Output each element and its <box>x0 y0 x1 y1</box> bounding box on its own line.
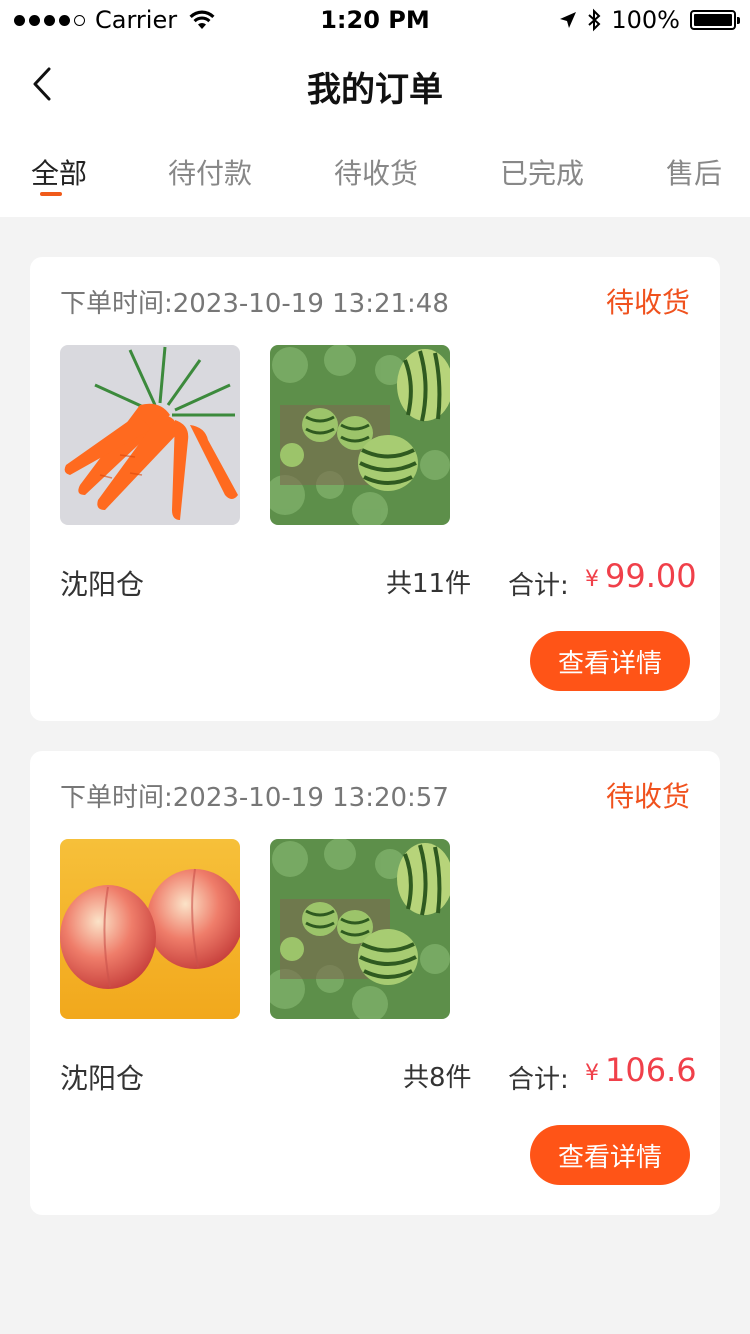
total-label: 合计: <box>508 571 569 601</box>
tab-all[interactable]: 全部 <box>31 152 87 192</box>
view-details-button[interactable]: 查看详情 <box>530 1125 690 1185</box>
warehouse-name: 沈阳仓 <box>60 568 145 601</box>
tab-pending-payment[interactable]: 待付款 <box>168 152 252 192</box>
status-right: 100% <box>559 6 740 34</box>
order-total: 99.00 <box>605 557 697 595</box>
currency-symbol: ¥ <box>585 1061 599 1086</box>
order-status: 待收货 <box>605 286 690 319</box>
battery-icon <box>690 10 740 30</box>
order-time: 下单时间:2023-10-19 13:20:57 <box>60 783 449 813</box>
battery-percent: 100% <box>611 6 680 34</box>
order-time: 下单时间:2023-10-19 13:21:48 <box>60 289 449 319</box>
nav-bar: 我的订单 <box>0 40 750 130</box>
product-image-carrot[interactable] <box>60 345 240 525</box>
order-tabs: 全部 待付款 待收货 已完成 售后 <box>0 130 750 217</box>
product-image-watermelon[interactable] <box>270 839 450 1019</box>
app-root: Carrier 1:20 PM 100% 我的订单 全部 待付款 待收货 已完成… <box>0 0 750 1334</box>
total-label: 合计: <box>508 1065 569 1095</box>
status-bar: Carrier 1:20 PM 100% <box>0 0 750 40</box>
order-card[interactable]: 下单时间:2023-10-19 13:20:57 待收货 沈阳仓 共8件 合计:… <box>30 751 720 1215</box>
currency-symbol: ¥ <box>585 567 599 592</box>
product-image-peach[interactable] <box>60 839 240 1019</box>
tab-completed[interactable]: 已完成 <box>500 152 584 192</box>
page-title: 我的订单 <box>307 70 443 110</box>
view-details-button[interactable]: 查看详情 <box>530 631 690 691</box>
order-card[interactable]: 下单时间:2023-10-19 13:21:48 待收货 沈阳仓 共11件 合计… <box>30 257 720 721</box>
order-total: 106.6 <box>605 1051 697 1089</box>
product-image-watermelon[interactable] <box>270 345 450 525</box>
tab-pending-receipt[interactable]: 待收货 <box>334 152 418 192</box>
bluetooth-icon <box>588 8 601 32</box>
active-tab-indicator <box>40 192 62 196</box>
item-count: 共11件 <box>386 569 472 599</box>
tab-after-sales[interactable]: 售后 <box>666 152 722 192</box>
item-count: 共8件 <box>403 1063 472 1093</box>
location-arrow-icon <box>560 12 577 28</box>
warehouse-name: 沈阳仓 <box>60 1062 145 1095</box>
order-status: 待收货 <box>605 780 690 813</box>
